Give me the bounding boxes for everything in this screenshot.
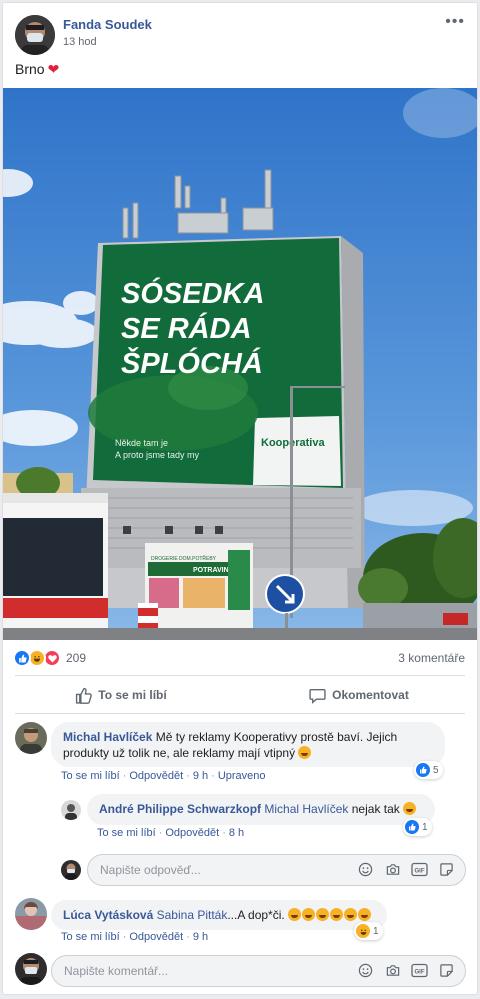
comment-bubble: Michal Havlíček Mě ty reklamy Kooperativ… bbox=[51, 722, 445, 767]
comments-count[interactable]: 3 komentáře bbox=[398, 651, 465, 665]
like-reaction-icon bbox=[405, 820, 419, 834]
comment-reply-link[interactable]: Odpovědět bbox=[129, 931, 183, 943]
emoji-icon[interactable] bbox=[357, 861, 374, 878]
post-actions: To se mi líbí Okomentovat bbox=[3, 677, 477, 713]
grin-emoji bbox=[403, 802, 417, 815]
reply-placeholder: Napište odpověď... bbox=[100, 863, 201, 877]
comment-reaction-count: 5 bbox=[433, 764, 439, 776]
laugh-emoji bbox=[330, 908, 344, 921]
haha-reaction-icon bbox=[356, 924, 370, 938]
comment-like-link[interactable]: To se mi líbí bbox=[61, 770, 120, 782]
emoji-icon[interactable] bbox=[357, 962, 374, 979]
laugh-emoji bbox=[358, 908, 372, 921]
gif-icon[interactable]: GIF bbox=[411, 962, 428, 979]
comment-text: ...A dop*či. bbox=[227, 908, 285, 922]
post-time[interactable]: 13 hod bbox=[63, 36, 97, 48]
like-reaction-icon[interactable] bbox=[13, 649, 31, 667]
gif-label: GIF bbox=[415, 869, 425, 875]
comment-like-link[interactable]: To se mi líbí bbox=[61, 931, 120, 943]
commenter-name[interactable]: Lúca Vytásková bbox=[63, 908, 153, 922]
comment-reactions[interactable]: 5 bbox=[414, 761, 443, 779]
comment-like-link[interactable]: To se mi líbí bbox=[97, 827, 156, 839]
billboard-brand: Kooperativa bbox=[261, 437, 325, 449]
laugh-emoji bbox=[344, 908, 358, 921]
laugh-emoji bbox=[288, 908, 302, 921]
comment-edited[interactable]: Upraveno bbox=[218, 770, 266, 782]
store-sign: POTRAVINY bbox=[193, 567, 234, 574]
comment-time[interactable]: 9 h bbox=[193, 931, 208, 943]
comment-meta: To se mi líbí · Odpovědět · 8 h bbox=[97, 827, 245, 839]
comment-reply-link[interactable]: Odpovědět bbox=[165, 827, 219, 839]
gif-label: GIF bbox=[415, 970, 425, 976]
like-button[interactable]: To se mi líbí bbox=[3, 677, 239, 713]
comment-reaction-count: 1 bbox=[422, 821, 428, 833]
like-label: To se mi líbí bbox=[98, 688, 167, 702]
more-options-icon[interactable]: ••• bbox=[445, 13, 465, 31]
heart-emoji: ❤ bbox=[47, 61, 60, 77]
input-tools: GIF bbox=[357, 962, 455, 979]
commenter-name[interactable]: Michal Havlíček bbox=[63, 730, 152, 744]
comment-meta: To se mi líbí · Odpovědět · 9 h bbox=[61, 931, 209, 943]
camera-icon[interactable] bbox=[384, 962, 401, 979]
gif-icon[interactable]: GIF bbox=[411, 861, 428, 878]
laugh-emoji bbox=[316, 908, 330, 921]
mention-tag[interactable]: Michal Havlíček bbox=[264, 802, 348, 816]
input-tools: GIF bbox=[357, 861, 455, 878]
comment-meta: To se mi líbí · Odpovědět · 9 h · Upraveno bbox=[61, 770, 266, 782]
comment-label: Okomentovat bbox=[332, 688, 409, 702]
comment-icon bbox=[309, 688, 326, 704]
author-name[interactable]: Fanda Soudek bbox=[63, 17, 152, 32]
reply-input[interactable]: Napište odpověď... GIF bbox=[87, 854, 466, 886]
mention-tag[interactable]: Sabina Pitták bbox=[157, 908, 228, 922]
store-top-sign: DROGERIE DOM.POTŘEBY bbox=[151, 554, 217, 562]
billboard-small-2: A proto jsme tady my bbox=[115, 450, 200, 460]
sticker-icon[interactable] bbox=[438, 962, 455, 979]
divider bbox=[15, 713, 465, 714]
post-text-content: Brno bbox=[15, 61, 45, 77]
commenter-avatar[interactable] bbox=[15, 722, 47, 754]
post-text: Brno ❤ bbox=[15, 61, 59, 78]
comment-reactions[interactable]: 1 bbox=[403, 818, 432, 836]
sticker-icon[interactable] bbox=[438, 861, 455, 878]
billboard-small-1: Někde tam je bbox=[115, 438, 168, 448]
commenter-avatar[interactable] bbox=[61, 800, 81, 820]
divider bbox=[15, 675, 465, 676]
grin-emoji bbox=[298, 746, 312, 759]
comment-bubble: André Philippe Schwarzkopf Michal Havlíč… bbox=[87, 794, 435, 825]
billboard-line-2: SE RÁDA bbox=[121, 312, 252, 345]
camera-icon[interactable] bbox=[384, 861, 401, 878]
user-avatar bbox=[15, 953, 47, 985]
reactions-count[interactable]: 209 bbox=[66, 651, 86, 665]
reaction-stats: 209 3 komentáře bbox=[3, 643, 477, 673]
comment-time[interactable]: 9 h bbox=[193, 770, 208, 782]
comment-bubble: Lúca Vytásková Sabina Pitták...A dop*či. bbox=[51, 900, 387, 930]
laugh-emoji bbox=[302, 908, 316, 921]
commenter-name[interactable]: André Philippe Schwarzkopf bbox=[99, 802, 261, 816]
comment-input[interactable]: Napište komentář... GIF bbox=[51, 955, 466, 987]
post-header: Fanda Soudek 13 hod ••• bbox=[3, 3, 477, 59]
post-photo[interactable]: SÓSEDKA SE RÁDA ŠPLÓCHÁ Někde tam je A p… bbox=[3, 88, 477, 640]
comment-placeholder: Napište komentář... bbox=[64, 964, 169, 978]
comment-reactions[interactable]: 1 bbox=[354, 922, 383, 940]
comment-time[interactable]: 8 h bbox=[229, 827, 244, 839]
comment-text: nejak tak bbox=[351, 802, 400, 816]
author-avatar[interactable] bbox=[15, 15, 55, 55]
thumbs-up-icon bbox=[76, 687, 93, 704]
comment-reply-link[interactable]: Odpovědět bbox=[129, 770, 183, 782]
post-card: Fanda Soudek 13 hod ••• Brno ❤ SÓSEDKA S… bbox=[2, 2, 478, 995]
commenter-avatar[interactable] bbox=[15, 898, 47, 930]
comment-reaction-count: 1 bbox=[373, 925, 379, 937]
like-reaction-icon bbox=[416, 763, 430, 777]
user-avatar bbox=[61, 860, 81, 880]
billboard-line-1: SÓSEDKA bbox=[121, 276, 264, 310]
billboard-line-3: ŠPLÓCHÁ bbox=[121, 346, 263, 380]
comment-button[interactable]: Okomentovat bbox=[241, 677, 477, 713]
